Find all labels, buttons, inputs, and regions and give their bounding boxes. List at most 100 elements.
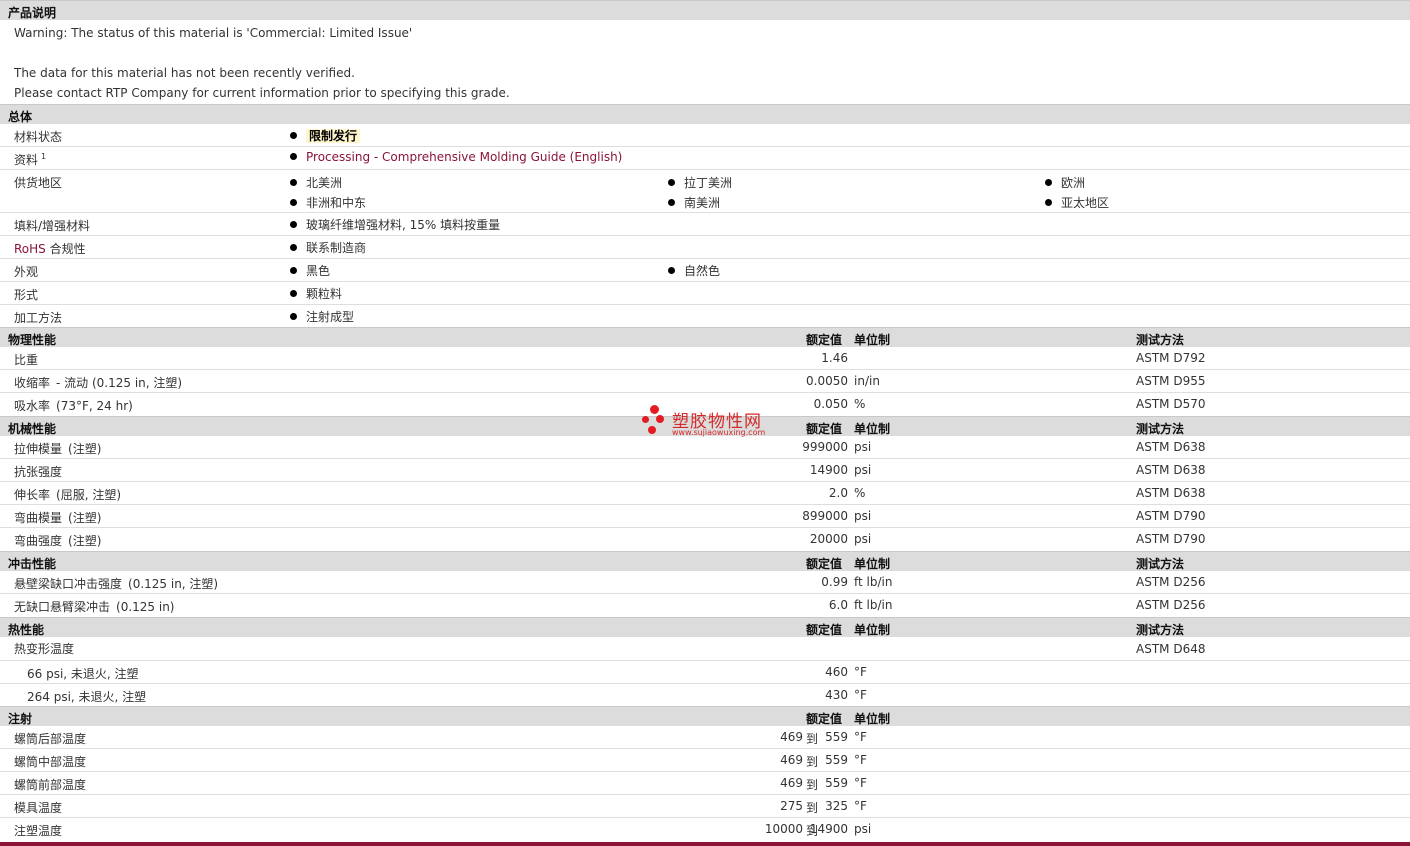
bullet-item: 亚太地区 xyxy=(1045,194,1109,211)
rohs-value: 联系制造商 xyxy=(306,241,367,255)
region-value: 南美洲 xyxy=(684,196,721,210)
table-row: 无缺口悬臂梁冲击 (0.125 in) 6.0 ft lb/in ASTM D25… xyxy=(0,594,1410,617)
section-title: 注射 xyxy=(8,712,33,726)
bullet-item: 非洲和中东 xyxy=(290,194,366,211)
nominal-value: 899000 xyxy=(802,509,848,523)
section-title: 产品说明 xyxy=(8,6,57,20)
bullet-item: Processing - Comprehensive Molding Guide… xyxy=(290,150,622,164)
unit: °F xyxy=(854,776,867,790)
row-availability: 供货地区 北美洲 拉丁美洲 欧洲 非洲和中东 南美洲 亚太地区 xyxy=(0,170,1410,213)
test-method: ASTM D256 xyxy=(1136,598,1206,612)
region-value: 北美洲 xyxy=(306,176,343,190)
bullet-icon xyxy=(668,267,675,274)
property-condition: (0.125 in, 注塑) xyxy=(128,577,219,591)
bullet-item: 注射成型 xyxy=(290,308,354,325)
bullet-icon xyxy=(1045,179,1052,186)
row-label: 拉伸模量 (注塑) xyxy=(14,440,101,457)
logo-dot-icon xyxy=(656,415,664,423)
row-label: 264 psi, 未退火, 注塑 xyxy=(27,690,147,704)
bullet-icon xyxy=(290,290,297,297)
table-row: 伸长率 (屈服, 注塑) 2.0 % ASTM D638 xyxy=(0,482,1410,505)
table-row: 收缩率 - 流动 (0.125 in, 注塑) 0.0050 in/in ASTM… xyxy=(0,370,1410,393)
section-general: 总体 xyxy=(0,104,1410,124)
table-row: 264 psi, 未退火, 注塑 430 °F xyxy=(0,684,1410,707)
col-header-unit: 单位制 xyxy=(854,422,891,436)
row-label: 伸长率 (屈服, 注塑) xyxy=(14,486,121,503)
forms-value: 颗粒料 xyxy=(306,287,343,301)
range-max: 559 xyxy=(825,753,848,767)
region-value: 非洲和中东 xyxy=(306,196,367,210)
section-title: 物理性能 xyxy=(8,333,57,347)
nominal-value: 0.0050 xyxy=(806,374,848,388)
row-label: 抗张强度 xyxy=(14,463,62,480)
bullet-item: 自然色 xyxy=(668,262,720,279)
bullet-icon xyxy=(668,179,675,186)
unit: % xyxy=(854,486,866,500)
bullet-icon xyxy=(290,179,297,186)
nominal-value: 14900 xyxy=(809,463,848,477)
nominal-value: 6.0 xyxy=(828,598,848,612)
appearance-value: 自然色 xyxy=(684,264,721,278)
test-method: ASTM D955 xyxy=(1136,374,1206,388)
property-condition: (注塑) xyxy=(68,442,102,456)
property-name: 弯曲模量 xyxy=(14,511,63,525)
bullet-item: 限制发行 xyxy=(290,127,361,144)
test-method: ASTM D256 xyxy=(1136,575,1206,589)
range-min: 469 xyxy=(780,730,803,744)
status-warning: Warning: The status of this material is … xyxy=(14,26,413,40)
region-value: 欧洲 xyxy=(1061,176,1086,190)
property-name: 吸水率 xyxy=(14,399,51,413)
table-row: 螺筒中部温度 469 到 559 °F xyxy=(0,749,1410,772)
row-label-text: 合规性 xyxy=(45,242,86,256)
unit: ft lb/in xyxy=(854,575,893,589)
table-row: 螺筒前部温度 469 到 559 °F xyxy=(0,772,1410,795)
row-rohs: RoHS 合规性 联系制造商 xyxy=(0,236,1410,259)
unit: psi xyxy=(854,509,872,523)
unit: °F xyxy=(854,753,867,767)
row-label: 资料 1 xyxy=(14,151,46,168)
section-title: 总体 xyxy=(8,110,33,124)
table-row: 螺筒后部温度 469 到 559 °F xyxy=(0,726,1410,749)
col-header-unit: 单位制 xyxy=(854,557,891,571)
bullet-icon xyxy=(290,313,297,320)
property-name: 悬壁梁缺口冲击强度 xyxy=(14,577,123,591)
property-name: 拉伸模量 xyxy=(14,442,63,456)
unit: °F xyxy=(854,688,867,702)
footnote-marker: 1 xyxy=(41,152,47,161)
table-row: 悬壁梁缺口冲击强度 (0.125 in, 注塑) 0.99 ft lb/in AS… xyxy=(0,571,1410,594)
document-link[interactable]: Processing - Comprehensive Molding Guide… xyxy=(306,150,622,164)
table-row: 热变形温度 ASTM D648 xyxy=(0,637,1410,661)
unit: psi xyxy=(854,822,872,836)
row-label: RoHS 合规性 xyxy=(14,240,86,257)
row-label: 弯曲强度 (注塑) xyxy=(14,532,101,549)
bullet-icon xyxy=(290,199,297,206)
row-label: 比重 xyxy=(14,351,38,368)
property-name: 抗张强度 xyxy=(14,465,63,479)
logo-dot-icon xyxy=(648,426,656,434)
nominal-value: 0.050 xyxy=(813,397,848,411)
row-appearance: 外观 黑色 自然色 xyxy=(0,259,1410,282)
section-product-description: 产品说明 xyxy=(0,0,1410,20)
filler-value: 玻璃纤维增强材料, 15% 填料按重量 xyxy=(306,218,501,232)
bullet-icon xyxy=(668,199,675,206)
section-thermal: 热性能 额定值 单位制 测试方法 xyxy=(0,617,1410,637)
property-name: 伸长率 xyxy=(14,488,51,502)
row-processing: 加工方法 注射成型 xyxy=(0,305,1410,328)
section-physical: 物理性能 额定值 单位制 测试方法 xyxy=(0,327,1410,347)
section-injection: 注射 额定值 单位制 xyxy=(0,706,1410,726)
unit: % xyxy=(854,397,866,411)
bullet-icon xyxy=(290,267,297,274)
bullet-item: 欧洲 xyxy=(1045,174,1085,191)
row-label: 螺筒前部温度 xyxy=(14,778,87,792)
unit: psi xyxy=(854,463,872,477)
region-value: 亚太地区 xyxy=(1061,196,1110,210)
range-max: 14900 xyxy=(809,822,848,836)
row-label: 悬壁梁缺口冲击强度 (0.125 in, 注塑) xyxy=(14,575,218,592)
table-row: 模具温度 275 到 325 °F xyxy=(0,795,1410,818)
rohs-link[interactable]: RoHS xyxy=(14,242,46,256)
bullet-item: 北美洲 xyxy=(290,174,342,191)
bullet-item: 拉丁美洲 xyxy=(668,174,732,191)
row-label: 收缩率 - 流动 (0.125 in, 注塑) xyxy=(14,374,182,391)
watermark-logo: 塑胶物性网 www.sujiaowuxing.com xyxy=(642,405,782,441)
bullet-item: 黑色 xyxy=(290,262,330,279)
